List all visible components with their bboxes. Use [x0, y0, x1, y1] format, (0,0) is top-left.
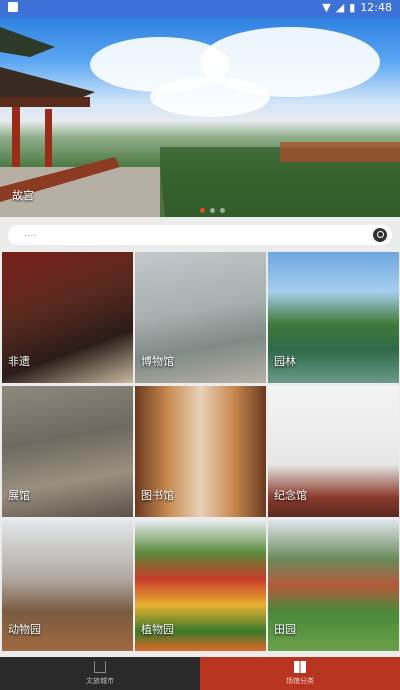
carousel-dot[interactable]: [220, 208, 225, 213]
battery-icon: ▮: [349, 1, 356, 14]
status-bar: ▼ ◢ ▮ 12:48: [0, 0, 400, 17]
tab-city[interactable]: 文旅城市: [0, 657, 200, 690]
category-tile-memorial[interactable]: 纪念馆: [268, 386, 399, 517]
building-icon: [94, 661, 106, 673]
tab-venue-category[interactable]: 场馆分类: [200, 657, 400, 690]
category-tile-library[interactable]: 图书馆: [135, 386, 266, 517]
grid-icon: [294, 661, 306, 673]
search-icon[interactable]: [373, 228, 387, 242]
bottom-tab-bar: 文旅城市 场馆分类: [0, 657, 400, 690]
carousel-dot[interactable]: [200, 208, 205, 213]
category-tile-heritage[interactable]: 非遗: [2, 252, 133, 383]
category-tile-countryside[interactable]: 田园: [268, 520, 399, 651]
notification-icon: [8, 2, 18, 12]
category-tile-garden[interactable]: 园林: [268, 252, 399, 383]
carousel-indicator: [200, 208, 225, 213]
category-label: 园林: [274, 355, 296, 368]
carousel-dot[interactable]: [210, 208, 215, 213]
category-tile-museum[interactable]: 博物馆: [135, 252, 266, 383]
tab-label: 文旅城市: [86, 677, 114, 685]
category-label: 展馆: [8, 489, 30, 502]
category-label: 纪念馆: [274, 489, 307, 502]
banner-carousel[interactable]: 故宫: [0, 17, 400, 217]
category-label: 动物园: [8, 623, 41, 636]
category-tile-exhibition[interactable]: 展馆: [2, 386, 133, 517]
category-label: 田园: [274, 623, 296, 636]
search-bar[interactable]: ....: [8, 225, 392, 245]
category-label: 博物馆: [141, 355, 174, 368]
search-placeholder: ....: [24, 228, 37, 239]
wifi-icon: ▼: [322, 1, 331, 14]
category-tile-zoo[interactable]: 动物园: [2, 520, 133, 651]
tab-label: 场馆分类: [286, 677, 314, 685]
banner-caption: 故宫: [12, 189, 34, 202]
signal-icon: ◢: [335, 1, 345, 14]
palace-roof-image: [0, 27, 400, 217]
category-label: 非遗: [8, 355, 30, 368]
category-tile-botanical[interactable]: 植物园: [135, 520, 266, 651]
clock: 12:48: [360, 1, 392, 14]
category-label: 植物园: [141, 623, 174, 636]
category-label: 图书馆: [141, 489, 174, 502]
